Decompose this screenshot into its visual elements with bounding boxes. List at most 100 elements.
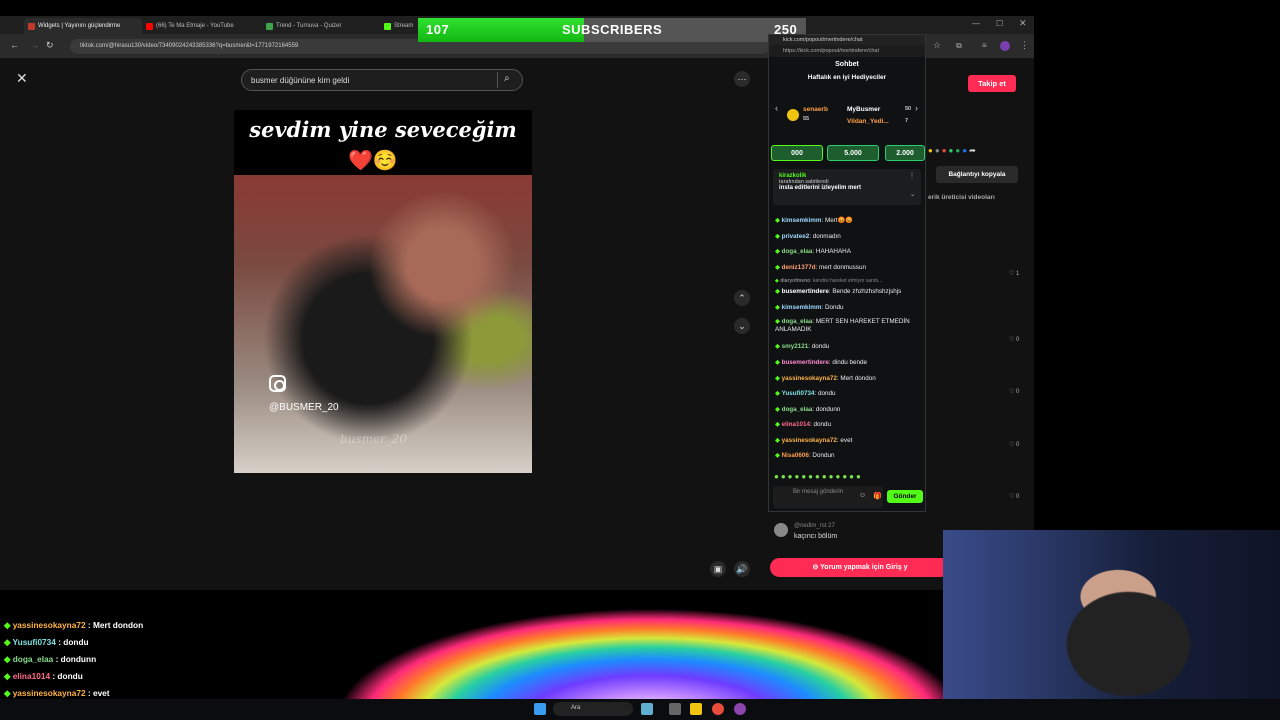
obs-icon[interactable] <box>734 703 746 715</box>
forward-icon[interactable]: → <box>30 40 39 50</box>
gift-icon[interactable]: 🎁 <box>873 492 882 500</box>
video-watermark: busmer_20 <box>340 432 408 446</box>
webcam-feed <box>943 530 1280 720</box>
gifters-prev-icon[interactable]: ‹ <box>775 103 778 113</box>
chat-message[interactable]: ◆ busemertindere: Bende zhzhzhshshzjshjs <box>775 288 923 296</box>
pin-options-icon[interactable]: ⋮ <box>909 172 915 179</box>
chat-message[interactable]: ◆ privatee2: donmadın <box>775 233 923 241</box>
chat-message[interactable]: ◆ elina1014: dondu <box>775 421 923 429</box>
widgets-icon[interactable] <box>641 703 653 715</box>
task-view-icon[interactable] <box>669 703 681 715</box>
chat-username[interactable]: Yusufi0734 <box>782 390 815 397</box>
prev-video-icon[interactable]: ⌃ <box>734 290 750 306</box>
overlay-text: : dondunn <box>53 654 97 664</box>
badge-icon: ◆ <box>775 452 782 459</box>
chat-message[interactable]: ◆ Yusufi0734: dondu <box>775 390 923 398</box>
back-icon[interactable]: ← <box>10 40 19 50</box>
chat-username[interactable]: yassinesokayna72 <box>782 437 837 444</box>
reload-icon[interactable]: ↻ <box>46 40 54 51</box>
windows-taskbar <box>0 699 1280 720</box>
chat-message[interactable]: ◆ diaryofmeno: kendisi hareket etmiyor s… <box>775 277 923 285</box>
search-icon[interactable]: ⌕ <box>504 73 510 84</box>
creator-videos-tab[interactable]: erik üreticisi videoları <box>928 194 995 201</box>
chat-username[interactable]: doga_elaa <box>782 406 813 413</box>
send-button[interactable]: Gönder <box>887 490 923 503</box>
gifter-2-name[interactable]: MyBusmer <box>847 106 880 113</box>
chat-username[interactable]: elina1014 <box>782 421 810 428</box>
badge-icon: ◆ <box>775 264 782 271</box>
chat-message[interactable]: ◆ yassinesokayna72: Mert dondon <box>775 375 923 383</box>
pip-icon[interactable]: ▣ <box>710 561 726 577</box>
like-count-3[interactable]: ♡ 0 <box>1009 388 1019 395</box>
gifter-3-name[interactable]: Vildan_Yedi... <box>847 118 889 125</box>
commenter-name[interactable]: @nedim_rst 27 <box>794 523 835 529</box>
windows-start-icon[interactable] <box>534 703 546 715</box>
kicks-pill-3[interactable]: 2.000 <box>885 145 925 161</box>
chat-message[interactable]: ◆ yassinesokayna72: evet <box>775 437 923 445</box>
like-count-2[interactable]: ♡ 0 <box>1009 336 1019 343</box>
like-count-4[interactable]: ♡ 0 <box>1009 441 1019 448</box>
emoji-picker-icon[interactable]: ☺ <box>859 492 866 499</box>
bookmark-star-icon[interactable]: ☆ <box>933 40 941 51</box>
tab-quizer[interactable]: Trend - Turnuva - Quizer <box>262 18 380 34</box>
chat-username[interactable]: kimsemkimm <box>782 217 822 224</box>
chat-input[interactable]: Bir mesaj gönderin <box>773 486 883 508</box>
pinned-expand-icon[interactable]: ⌄ <box>910 191 915 198</box>
gifters-next-icon[interactable]: › <box>915 103 918 113</box>
share-icons-row[interactable]: ●●●●●●➦ <box>928 146 978 155</box>
close-window-button[interactable]: ✕ <box>1019 18 1027 29</box>
badge-icon: ◆ <box>775 375 782 382</box>
tab-widgets[interactable]: Widgets | Yayınını güçlendirme <box>24 18 142 34</box>
copy-link-button[interactable]: Bağlantıyı kopyala <box>936 166 1018 183</box>
chrome-icon[interactable] <box>712 703 724 715</box>
chat-username[interactable]: busemertindere <box>782 359 829 366</box>
gifter-1-name[interactable]: senaerb <box>803 106 828 113</box>
chat-username[interactable]: privatee2 <box>782 233 810 240</box>
pinned-message[interactable]: kirazkolik tarafından sabitlendi insta e… <box>773 169 921 205</box>
browser-menu-icon[interactable]: ⋮ <box>1020 40 1029 51</box>
chat-message[interactable]: ◆ doga_elaa: dondunn <box>775 406 923 414</box>
chat-username[interactable]: Nisa0606 <box>782 452 809 459</box>
chat-message[interactable]: ◆ deniz1377d: mert donmussun <box>775 264 923 272</box>
taskbar-search[interactable]: Ara <box>553 702 633 716</box>
close-icon[interactable]: ✕ <box>16 70 28 87</box>
chat-message[interactable]: ◆ kimsemkimm: Mert😡😡 <box>775 217 923 225</box>
extensions-icon[interactable]: ⧉ <box>956 41 962 51</box>
chat-username[interactable]: kimsemkimm <box>782 304 822 311</box>
file-explorer-icon[interactable] <box>690 703 702 715</box>
chat-username[interactable]: diaryofmeno <box>780 278 810 284</box>
tab-stream[interactable]: Stream <box>380 18 420 34</box>
minimize-button[interactable]: — <box>972 19 980 28</box>
kicks-pill-1[interactable]: 000 <box>771 145 823 161</box>
maximize-button[interactable]: ☐ <box>996 19 1003 28</box>
follow-button[interactable]: Takip et <box>968 75 1016 92</box>
pinned-text: insta editlerini izleyelim mert <box>779 185 862 191</box>
chat-username[interactable]: smy2121 <box>782 343 809 350</box>
chat-message[interactable]: ◆ Nisa0606: Dondun <box>775 452 923 460</box>
like-count-value: 0 <box>1016 337 1020 343</box>
chat-username[interactable]: busemertindere <box>782 288 829 295</box>
chat-message[interactable]: ◆ doga_elaa: HAHAHAHA <box>775 248 923 256</box>
search-input[interactable]: busmer düğününe kim geldi <box>241 69 523 91</box>
emote-bar[interactable]: ●●●●●●●●●●●●● <box>774 472 863 481</box>
chat-message[interactable]: ◆ kimsemkimm: Dondu <box>775 304 923 312</box>
login-to-comment-button[interactable]: ⊖ Yorum yapmak için Giriş y <box>770 558 950 577</box>
like-count-5[interactable]: ♡ 0 <box>1009 493 1019 500</box>
chat-message[interactable]: ◆ doga_elaa: MERT SEN HAREKET ETMEDİN AN… <box>775 318 923 334</box>
chat-text: : Dondun <box>808 452 835 459</box>
volume-icon[interactable]: 🔊 <box>734 561 750 577</box>
chat-message[interactable]: ◆ busemertindere: dindu bende <box>775 359 923 367</box>
profile-avatar[interactable] <box>1000 41 1010 51</box>
chat-message[interactable]: ◆ smy2121: dondu <box>775 343 923 351</box>
more-options-icon[interactable]: ⋯ <box>734 71 750 87</box>
chat-username[interactable]: doga_elaa <box>782 248 813 255</box>
chat-username[interactable]: doga_elaa <box>782 318 813 325</box>
commenter-avatar[interactable] <box>774 523 788 537</box>
chat-username[interactable]: deniz1377d <box>782 264 816 271</box>
kicks-pill-2[interactable]: 5.000 <box>827 145 879 161</box>
next-video-icon[interactable]: ⌄ <box>734 318 750 334</box>
tab-youtube[interactable]: (66) Te Ma Etmaje - YouTube <box>142 18 262 34</box>
chat-username[interactable]: yassinesokayna72 <box>782 375 837 382</box>
media-icon[interactable]: ≡ <box>982 41 987 50</box>
like-count-1[interactable]: ♡ 1 <box>1009 270 1019 277</box>
